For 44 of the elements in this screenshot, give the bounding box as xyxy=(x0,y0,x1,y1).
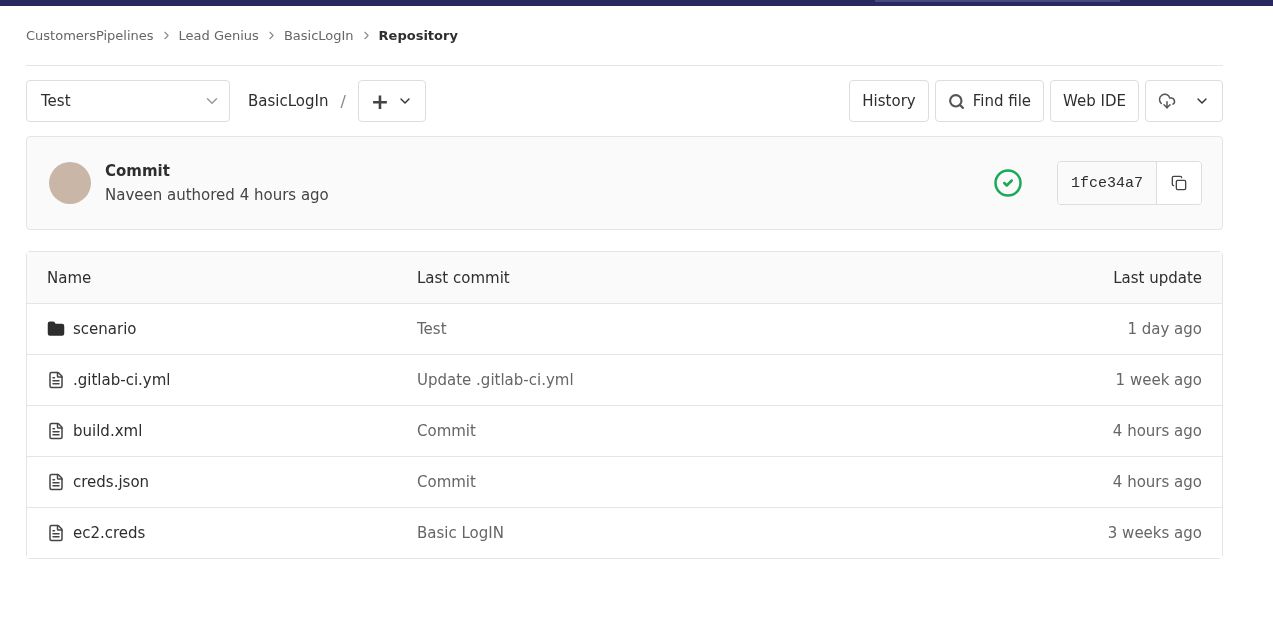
download-dropdown-button[interactable] xyxy=(1145,80,1223,122)
file-name-link[interactable]: ec2.creds xyxy=(47,524,417,542)
last-commit-link[interactable]: Commit xyxy=(417,473,902,491)
path-text: BasicLogIn xyxy=(248,92,329,110)
find-file-button[interactable]: Find file xyxy=(934,80,1045,122)
file-name-link[interactable]: build.xml xyxy=(47,422,417,440)
file-name-link[interactable]: scenario xyxy=(47,320,417,338)
breadcrumb-link[interactable]: Repository xyxy=(378,28,458,43)
column-header: Last commit xyxy=(417,268,511,287)
column-header: Name xyxy=(47,268,93,287)
file-icon xyxy=(47,422,65,440)
toolbar-button[interactable]: Web IDE xyxy=(1050,80,1139,122)
column-header: Last update xyxy=(1112,268,1202,287)
toolbar-button[interactable]: History xyxy=(849,80,929,122)
last-update-cell-text: 4 hours ago xyxy=(1111,422,1202,440)
last-commit-link[interactable]: Commit xyxy=(417,422,902,440)
breadcrumb-link[interactable]: Lead Genius xyxy=(178,28,259,43)
file-icon xyxy=(47,473,65,491)
breadcrumb-link[interactable]: CustomersPipelines xyxy=(26,28,154,43)
breadcrumb-link[interactable]: BasicLogIn xyxy=(283,28,354,43)
search-icon xyxy=(947,92,965,110)
last-update-cell-text: 1 day ago xyxy=(1126,320,1202,338)
copy-button[interactable] xyxy=(1157,162,1201,204)
add-dropdown-button[interactable]: + xyxy=(357,80,427,122)
file-name-link[interactable]: .gitlab-ci.yml xyxy=(47,371,417,389)
last-commit-link[interactable]: Test xyxy=(417,320,902,338)
folder-icon xyxy=(47,320,65,338)
file-name-link[interactable]: creds.json xyxy=(47,473,417,491)
last-commit-link[interactable]: Basic LogIN xyxy=(417,524,902,542)
last-update-cell-text: 4 hours ago xyxy=(1111,473,1202,491)
path-separator: / xyxy=(340,91,346,111)
last-update-cell-text: 1 week ago xyxy=(1114,371,1202,389)
file-icon xyxy=(47,371,65,389)
last-update-cell-text: 3 weeks ago xyxy=(1106,524,1202,542)
last-commit-link[interactable]: Update .gitlab-ci.yml xyxy=(417,371,902,389)
check-circle-icon[interactable] xyxy=(993,168,1023,198)
avatar xyxy=(49,162,91,204)
commit-sha[interactable]: 1fce34a7 xyxy=(1058,162,1157,204)
branch-select[interactable]: Test xyxy=(26,80,230,122)
cloud-download-icon xyxy=(1158,92,1176,110)
copy-icon xyxy=(1171,175,1187,191)
commit-author: Naveen authored 4 hours ago xyxy=(105,186,330,204)
commit-title[interactable]: Commit xyxy=(105,162,979,180)
file-icon xyxy=(47,524,65,542)
